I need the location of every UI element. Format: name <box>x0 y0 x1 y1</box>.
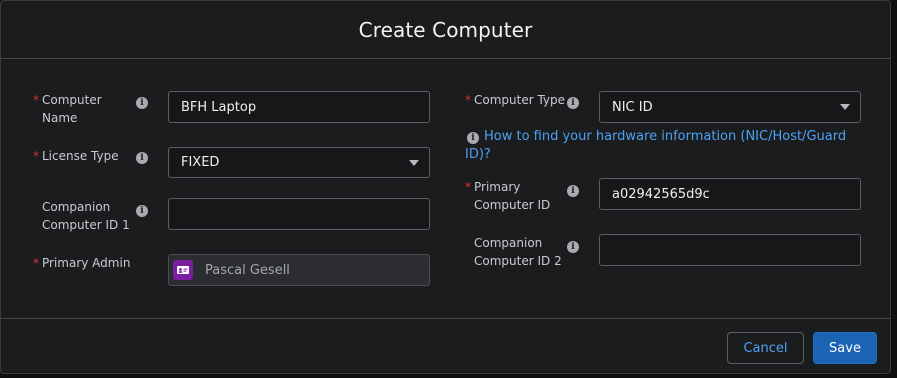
companion-id-2-input[interactable] <box>599 234 861 266</box>
companion-id-1-input[interactable] <box>168 198 430 230</box>
required-marker: * <box>465 180 471 194</box>
required-marker: * <box>33 256 39 270</box>
primary-computer-id-label: Primary Computer ID <box>474 180 551 212</box>
save-button[interactable]: Save <box>813 332 877 364</box>
info-icon[interactable]: i <box>567 185 579 197</box>
license-type-label: License Type <box>42 149 119 163</box>
primary-admin-lookup: Pascal Gesell <box>168 254 430 286</box>
companion-id-2-label: Companion Computer ID 2 <box>474 236 562 268</box>
contact-card-icon <box>173 260 193 280</box>
computer-type-label: Computer Type <box>474 93 566 107</box>
info-icon[interactable]: i <box>136 205 148 217</box>
required-marker: * <box>33 93 39 107</box>
info-icon[interactable]: i <box>136 97 148 109</box>
primary-admin-value: Pascal Gesell <box>205 262 290 278</box>
required-marker: * <box>33 149 39 163</box>
info-icon[interactable]: i <box>136 152 148 164</box>
info-icon[interactable]: i <box>567 241 579 253</box>
computer-type-select[interactable]: NIC ID <box>599 91 861 123</box>
primary-admin-label: Primary Admin <box>42 256 131 270</box>
dialog-title: Create Computer <box>358 17 533 42</box>
cancel-button[interactable]: Cancel <box>727 332 804 364</box>
computer-name-label: Computer Name <box>42 93 102 125</box>
chevron-down-icon <box>840 104 850 110</box>
primary-computer-id-input[interactable]: a02942565d9c <box>599 178 861 210</box>
dialog-header: Create Computer <box>1 1 890 59</box>
computer-name-input[interactable]: BFH Laptop <box>168 91 430 123</box>
chevron-down-icon <box>409 159 419 166</box>
license-type-select[interactable]: FIXED <box>168 147 430 178</box>
hardware-info-help-link[interactable]: How to find your hardware information (N… <box>465 128 855 164</box>
required-marker: * <box>465 93 471 107</box>
create-computer-dialog: Create Computer * Computer Name i BFH La… <box>0 0 891 374</box>
primary-computer-id-value: a02942565d9c <box>612 186 710 202</box>
dialog-footer: Cancel Save <box>1 318 890 373</box>
companion-id-1-label: Companion Computer ID 1 <box>42 200 130 232</box>
computer-name-value: BFH Laptop <box>181 99 257 115</box>
computer-type-value: NIC ID <box>612 99 653 115</box>
info-icon[interactable]: i <box>567 97 579 109</box>
license-type-value: FIXED <box>181 155 220 170</box>
